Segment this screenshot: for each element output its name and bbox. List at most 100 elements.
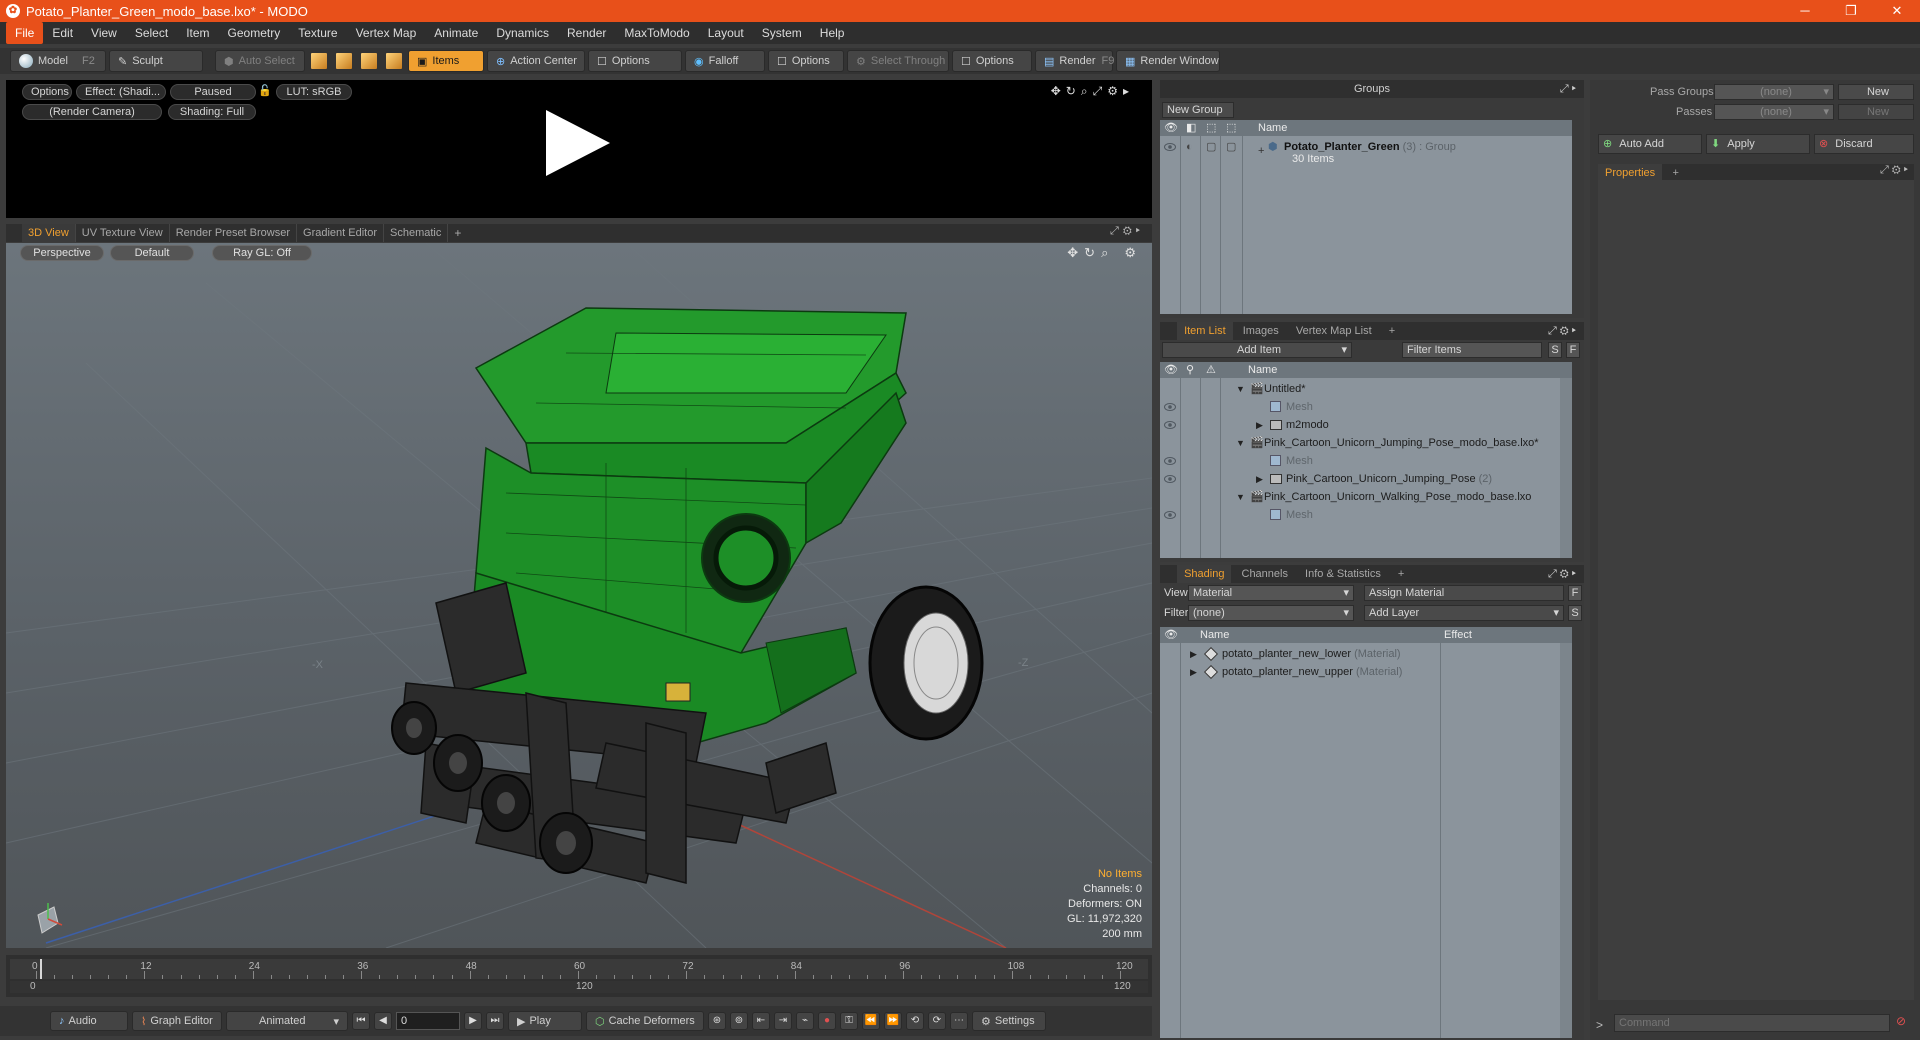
timeline-range-bar[interactable]: 0 120 120	[10, 981, 1148, 993]
minimize-icon[interactable]: ─	[1782, 0, 1828, 22]
3d-viewport[interactable]: Perspective Default Ray GL: Off ✥↻⌕ ⚙ -X…	[6, 243, 1152, 948]
add-tab-button[interactable]: +	[1391, 565, 1411, 583]
maximize-icon[interactable]: ⤢ ▸	[1560, 80, 1576, 98]
menu-vertex-map[interactable]: Vertex Map	[347, 22, 426, 44]
add-tab-button[interactable]: +	[448, 226, 467, 240]
play-icon[interactable]	[546, 110, 610, 176]
gear-icon[interactable]: ⚙	[1107, 84, 1123, 98]
menu-maxtomodo[interactable]: MaxToModo	[615, 22, 698, 44]
tab-vertex-map-list[interactable]: Vertex Map List	[1289, 322, 1379, 340]
key-filter-icon[interactable]: ⚿	[840, 1012, 858, 1030]
expand-icon[interactable]: +	[1258, 142, 1264, 160]
menu-animate[interactable]: Animate	[425, 22, 487, 44]
menu-arrow-icon[interactable]: ▸	[1123, 84, 1134, 98]
step-forward-icon[interactable]: ▶	[464, 1012, 482, 1030]
expand-arrow-icon[interactable]: ▶	[1190, 645, 1202, 663]
f-toggle-button[interactable]: F	[1568, 585, 1582, 601]
key-icon[interactable]: ⊛	[708, 1012, 726, 1030]
preview-camera-dropdown[interactable]: (Render Camera)	[22, 104, 162, 120]
audio-button[interactable]: ♪ Audio	[50, 1011, 128, 1031]
material-row[interactable]: ▶ potato_planter_new_upper (Material)	[1160, 663, 1560, 681]
new-group-button[interactable]: New Group	[1162, 102, 1234, 118]
menu-view[interactable]: View	[82, 22, 126, 44]
model-mode-button[interactable]: Model F2	[10, 50, 106, 72]
render-toggle-icon[interactable]: ◐	[1186, 138, 1193, 156]
menu-dynamics[interactable]: Dynamics	[487, 22, 558, 44]
auto-key-icon[interactable]: ⌁	[796, 1012, 814, 1030]
sculpt-mode-button[interactable]: ✎ Sculpt	[109, 50, 203, 72]
options-icon[interactable]: ⋯	[950, 1012, 968, 1030]
tab-render-preset-browser[interactable]: Render Preset Browser	[170, 224, 298, 242]
eye-icon[interactable]	[1164, 143, 1176, 151]
item-list-tree[interactable]: 👁 ⚲ ⚠ Name ▼ 🎬 Untitled* Mesh ▶ m2modo ▼…	[1160, 362, 1572, 558]
animated-dropdown[interactable]: Animated ▾	[226, 1011, 348, 1031]
lock-icon[interactable]: 🔓	[258, 84, 272, 97]
timeline[interactable]: 0 12 24 36 48 60 72 84 96 108 120 0 120 120	[6, 955, 1152, 997]
falloff-options-button[interactable]: ☐ Options	[768, 50, 844, 72]
command-input[interactable]	[1614, 1014, 1890, 1032]
filter-items-input[interactable]: Filter Items	[1402, 342, 1542, 358]
auto-select-button[interactable]: ⬢ Auto Select	[215, 50, 305, 72]
menu-edit[interactable]: Edit	[43, 22, 82, 44]
add-layer-dropdown[interactable]: Add Layer ▾	[1364, 605, 1564, 621]
list-item[interactable]: Mesh	[1160, 452, 1560, 470]
render-button[interactable]: ▤ Render F9	[1035, 50, 1114, 72]
list-item[interactable]: ▼ 🎬 Untitled*	[1160, 380, 1560, 398]
preview-effect-dropdown[interactable]: Effect: (Shadi...	[76, 84, 166, 100]
lock-toggle-icon[interactable]: ▢	[1206, 138, 1216, 156]
shader-tree-scrollbar[interactable]	[1560, 643, 1572, 1038]
menu-system[interactable]: System	[753, 22, 811, 44]
prev-frame-icon[interactable]: ⏪	[862, 1012, 880, 1030]
shader-tree[interactable]: 👁 Name Effect ▶ potato_planter_new_lower…	[1160, 627, 1572, 1038]
menu-arrow-icon[interactable]: ▸	[1136, 225, 1144, 237]
pass-groups-dropdown[interactable]: (none) ▾	[1714, 84, 1834, 100]
current-frame-field[interactable]: 0	[396, 1012, 460, 1030]
add-item-dropdown[interactable]: Add Item ▾	[1162, 342, 1352, 358]
eye-icon[interactable]	[1164, 475, 1176, 483]
material-row[interactable]: ▶ potato_planter_new_lower (Material)	[1160, 645, 1560, 663]
edges-mode-icon[interactable]	[335, 52, 353, 70]
passes-dropdown[interactable]: (none) ▾	[1714, 104, 1834, 120]
key-all-icon[interactable]: ⊚	[730, 1012, 748, 1030]
eye-icon[interactable]	[1164, 421, 1176, 429]
menu-item[interactable]: Item	[177, 22, 218, 44]
settings-button[interactable]: ⚙ Settings	[972, 1011, 1046, 1031]
preview-lut-dropdown[interactable]: LUT: sRGB	[276, 84, 352, 100]
next-frame-icon[interactable]: ⏩	[884, 1012, 902, 1030]
action-center-options-button[interactable]: ☐ Options	[588, 50, 682, 72]
step-back-icon[interactable]: ◀	[374, 1012, 392, 1030]
menu-texture[interactable]: Texture	[289, 22, 346, 44]
discard-button[interactable]: ⊗ Discard	[1814, 134, 1914, 154]
render-window-button[interactable]: ▦ Render Window	[1116, 50, 1220, 72]
stop-icon[interactable]: ⊘	[1896, 1014, 1906, 1028]
expand-arrow-icon[interactable]: ▶	[1256, 470, 1268, 488]
expand-arrow-icon[interactable]: ▼	[1236, 434, 1248, 452]
gear-icon[interactable]: ⚙	[1123, 225, 1136, 237]
menu-layout[interactable]: Layout	[699, 22, 753, 44]
skip-to-end-icon[interactable]: ⏭	[486, 1012, 504, 1030]
menu-render[interactable]: Render	[558, 22, 615, 44]
apply-button[interactable]: ⬇ Apply	[1706, 134, 1810, 154]
tab-schematic[interactable]: Schematic	[384, 224, 449, 242]
tab-gradient-editor[interactable]: Gradient Editor	[297, 224, 384, 242]
filter-dropdown[interactable]: (none) ▾	[1188, 605, 1354, 621]
new-pass-group-button[interactable]: New	[1838, 84, 1914, 100]
expand-arrow-icon[interactable]: ▶	[1256, 416, 1268, 434]
list-item[interactable]: ▶ Pink_Cartoon_Unicorn_Jumping_Pose (2)	[1160, 470, 1560, 488]
list-item[interactable]: ▶ m2modo	[1160, 416, 1560, 434]
polygons-mode-icon[interactable]	[360, 52, 378, 70]
item-list-scrollbar[interactable]	[1560, 378, 1572, 558]
falloff-button[interactable]: ◉ Falloff	[685, 50, 765, 72]
maximize-icon[interactable]: ⤢ ⚙ ▸	[1548, 565, 1576, 583]
tab-3d-view[interactable]: 3D View	[22, 224, 76, 242]
preview-paused-button[interactable]: Paused	[170, 84, 256, 100]
eye-icon[interactable]	[1164, 403, 1176, 411]
preview-shading-dropdown[interactable]: Shading: Full	[168, 104, 256, 120]
maximize-icon[interactable]: ⤢ ⚙ ▸	[1548, 322, 1576, 340]
maximize-icon[interactable]: ⤢	[1110, 225, 1123, 237]
prev-key-icon[interactable]: ⇤	[752, 1012, 770, 1030]
expand-arrow-icon[interactable]: ▶	[1190, 663, 1202, 681]
tab-images[interactable]: Images	[1236, 322, 1286, 340]
s-toggle-button[interactable]: S	[1568, 605, 1582, 621]
list-item[interactable]: Mesh	[1160, 506, 1560, 524]
